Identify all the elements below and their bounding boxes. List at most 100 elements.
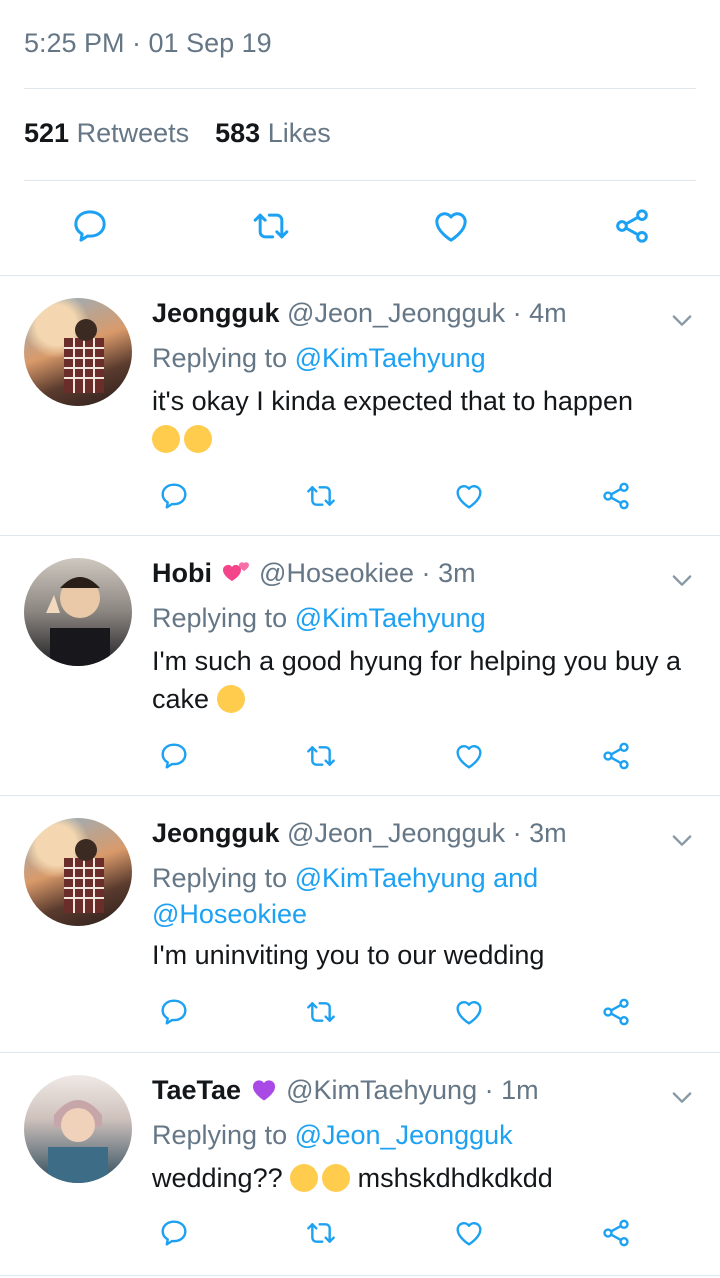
tweet-body: wedding??	[152, 1163, 283, 1193]
reply-tweet[interactable]: Hobi @Hoseokiee · 3m Replying to @KimTae…	[0, 536, 720, 794]
mention-link[interactable]: @KimTaehyung	[295, 343, 486, 373]
reply-button[interactable]	[66, 202, 114, 250]
avatar[interactable]	[24, 558, 132, 666]
display-name[interactable]: Jeongguk	[152, 298, 280, 328]
retweet-icon	[307, 486, 336, 506]
heart-icon	[456, 1001, 482, 1025]
display-name[interactable]: TaeTae	[152, 1075, 241, 1105]
separator-dot: ·	[484, 1075, 494, 1105]
engagement-stats: 521 Retweets 583 Likes	[24, 118, 331, 149]
share-icon	[616, 209, 648, 243]
like-button[interactable]	[445, 988, 493, 1036]
reply-tweet[interactable]: Jeongguk @Jeon_Jeongguk · 3m Replying to…	[0, 796, 720, 1052]
mention-link[interactable]: @KimTaehyung	[295, 603, 486, 633]
two-hearts-icon	[222, 562, 249, 581]
like-button[interactable]	[445, 472, 493, 520]
reply-icon	[161, 743, 187, 769]
chevron-down-icon[interactable]	[668, 306, 696, 334]
avatar-photo	[64, 319, 104, 393]
avatar-photo	[46, 577, 110, 666]
retweet-button[interactable]	[297, 472, 345, 520]
tweet-time: 3m	[438, 558, 476, 588]
share-button[interactable]	[608, 202, 656, 250]
tweet-actions	[150, 988, 640, 1036]
reply-button[interactable]	[150, 988, 198, 1036]
retweet-button[interactable]	[297, 1209, 345, 1257]
tweet-timestamp: 5:25 PM · 01 Sep 19	[24, 28, 272, 58]
retweet-button[interactable]	[297, 732, 345, 780]
reply-icon	[161, 1220, 187, 1246]
avatar[interactable]	[24, 298, 132, 406]
retweets-label: Retweets	[76, 118, 190, 148]
share-button[interactable]	[592, 988, 640, 1036]
face-with-tears-of-joy-icon	[152, 425, 180, 453]
tweet-actions	[150, 1209, 640, 1257]
replying-to: Replying to @KimTaehyung	[152, 343, 486, 373]
reply-icon	[161, 483, 187, 509]
share-button[interactable]	[592, 732, 640, 780]
replying-to: Replying to @Jeon_Jeongguk	[152, 1120, 513, 1150]
divider	[24, 88, 696, 89]
reply-icon	[74, 210, 106, 242]
display-name[interactable]: Hobi	[152, 558, 212, 588]
retweet-button[interactable]	[247, 202, 295, 250]
like-button[interactable]	[445, 1209, 493, 1257]
upside-down-face-icon	[322, 1164, 351, 1192]
user-handle[interactable]: @Jeon_Jeongguk	[287, 818, 505, 848]
avatar[interactable]	[24, 818, 132, 926]
reply-icon	[161, 999, 187, 1025]
share-icon	[603, 482, 629, 510]
retweets-count: 521	[24, 118, 70, 148]
user-handle[interactable]: @Jeon_Jeongguk	[287, 298, 505, 328]
heart-icon	[435, 212, 467, 242]
share-icon	[603, 998, 629, 1026]
reply-tweet[interactable]: Jeongguk @Jeon_Jeongguk · 4m Replying to…	[0, 276, 720, 534]
chevron-down-icon[interactable]	[668, 566, 696, 594]
chevron-down-icon[interactable]	[668, 826, 696, 854]
avatar-photo	[64, 839, 104, 913]
retweets-stat[interactable]: 521 Retweets	[24, 118, 189, 148]
share-icon	[603, 1219, 629, 1247]
user-handle[interactable]: @KimTaehyung	[286, 1075, 477, 1105]
face-with-tears-of-joy-icon	[184, 425, 212, 453]
reply-tweet[interactable]: TaeTae @KimTaehyung · 1m Replying to @Je…	[0, 1053, 720, 1275]
tweet-text: it's okay I kinda expected that to happe…	[152, 382, 692, 458]
tweet-body: it's okay I kinda expected that to happe…	[152, 386, 633, 416]
like-button[interactable]	[445, 732, 493, 780]
chevron-down-icon[interactable]	[668, 1083, 696, 1111]
replying-to: Replying to @KimTaehyung and @Hoseokiee	[152, 863, 539, 929]
retweet-button[interactable]	[297, 988, 345, 1036]
replying-to: Replying to @KimTaehyung	[152, 603, 486, 633]
display-name[interactable]: Jeongguk	[152, 818, 280, 848]
share-button[interactable]	[592, 1209, 640, 1257]
avatar[interactable]	[24, 1075, 132, 1183]
divider	[24, 180, 696, 181]
user-handle[interactable]: @Hoseokiee	[259, 558, 414, 588]
tweet-time: 3m	[529, 818, 567, 848]
reply-button[interactable]	[150, 472, 198, 520]
likes-label: Likes	[267, 118, 331, 148]
divider	[0, 1275, 720, 1276]
tweet-time: 4m	[529, 298, 567, 328]
share-icon	[603, 742, 629, 770]
upside-down-face-icon	[290, 1164, 319, 1192]
like-button[interactable]	[427, 202, 475, 250]
mention-link[interactable]: @Jeon_Jeongguk	[295, 1120, 513, 1150]
tweet-actions	[150, 732, 640, 780]
retweet-icon	[253, 213, 288, 239]
heart-icon	[456, 485, 482, 509]
share-button[interactable]	[592, 472, 640, 520]
likes-count: 583	[215, 118, 261, 148]
likes-stat[interactable]: 583 Likes	[215, 118, 331, 148]
tweet-text: I'm such a good hyung for helping you bu…	[152, 642, 692, 718]
tweet-header: Jeongguk @Jeon_Jeongguk · 3m	[152, 818, 567, 849]
purple-heart-icon	[252, 1080, 275, 1101]
heart-icon	[456, 745, 482, 769]
tweet-actions	[150, 472, 640, 520]
tweet-header: Jeongguk @Jeon_Jeongguk · 4m	[152, 298, 567, 329]
tweet-text: I'm uninviting you to our wedding	[152, 936, 692, 974]
separator-dot: ·	[421, 558, 431, 588]
reply-button[interactable]	[150, 732, 198, 780]
face-blowing-a-kiss-icon	[216, 685, 245, 713]
reply-button[interactable]	[150, 1209, 198, 1257]
